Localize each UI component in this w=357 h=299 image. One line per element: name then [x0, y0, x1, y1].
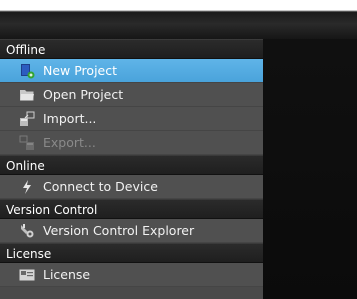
- section-header-license: License: [0, 243, 263, 263]
- folder-icon: [18, 87, 36, 103]
- menu-item-new-project[interactable]: New Project: [0, 59, 263, 83]
- menu-item-label: Connect to Device: [43, 178, 158, 194]
- new-project-icon: [18, 63, 36, 79]
- export-icon: [18, 135, 36, 151]
- content-area: [263, 39, 357, 299]
- menu-item-label: Open Project: [43, 86, 124, 102]
- start-menu-panel: Offline New Project Open Project Import.…: [0, 39, 263, 299]
- menu-item-import[interactable]: Import...: [0, 107, 263, 131]
- menu-item-version-control-explorer[interactable]: Version Control Explorer: [0, 219, 263, 243]
- menu-item-connect-to-device[interactable]: Connect to Device: [0, 175, 263, 199]
- menu-item-export[interactable]: Export...: [0, 131, 263, 155]
- version-control-icon: [18, 223, 36, 239]
- menu-item-label: Export...: [43, 134, 96, 150]
- title-bar: [0, 0, 357, 39]
- section-header-version-control: Version Control: [0, 199, 263, 219]
- lightning-icon: [18, 179, 36, 195]
- menu-item-license[interactable]: License: [0, 263, 263, 287]
- menu-item-label: Import...: [43, 110, 97, 126]
- section-header-offline: Offline: [0, 39, 263, 59]
- import-icon: [18, 111, 36, 127]
- menu-item-label: License: [43, 266, 91, 282]
- menu-item-open-project[interactable]: Open Project: [0, 83, 263, 107]
- menu-item-label: New Project: [43, 62, 118, 78]
- menu-item-label: Version Control Explorer: [43, 222, 195, 238]
- license-icon: [18, 267, 36, 283]
- section-header-online: Online: [0, 155, 263, 175]
